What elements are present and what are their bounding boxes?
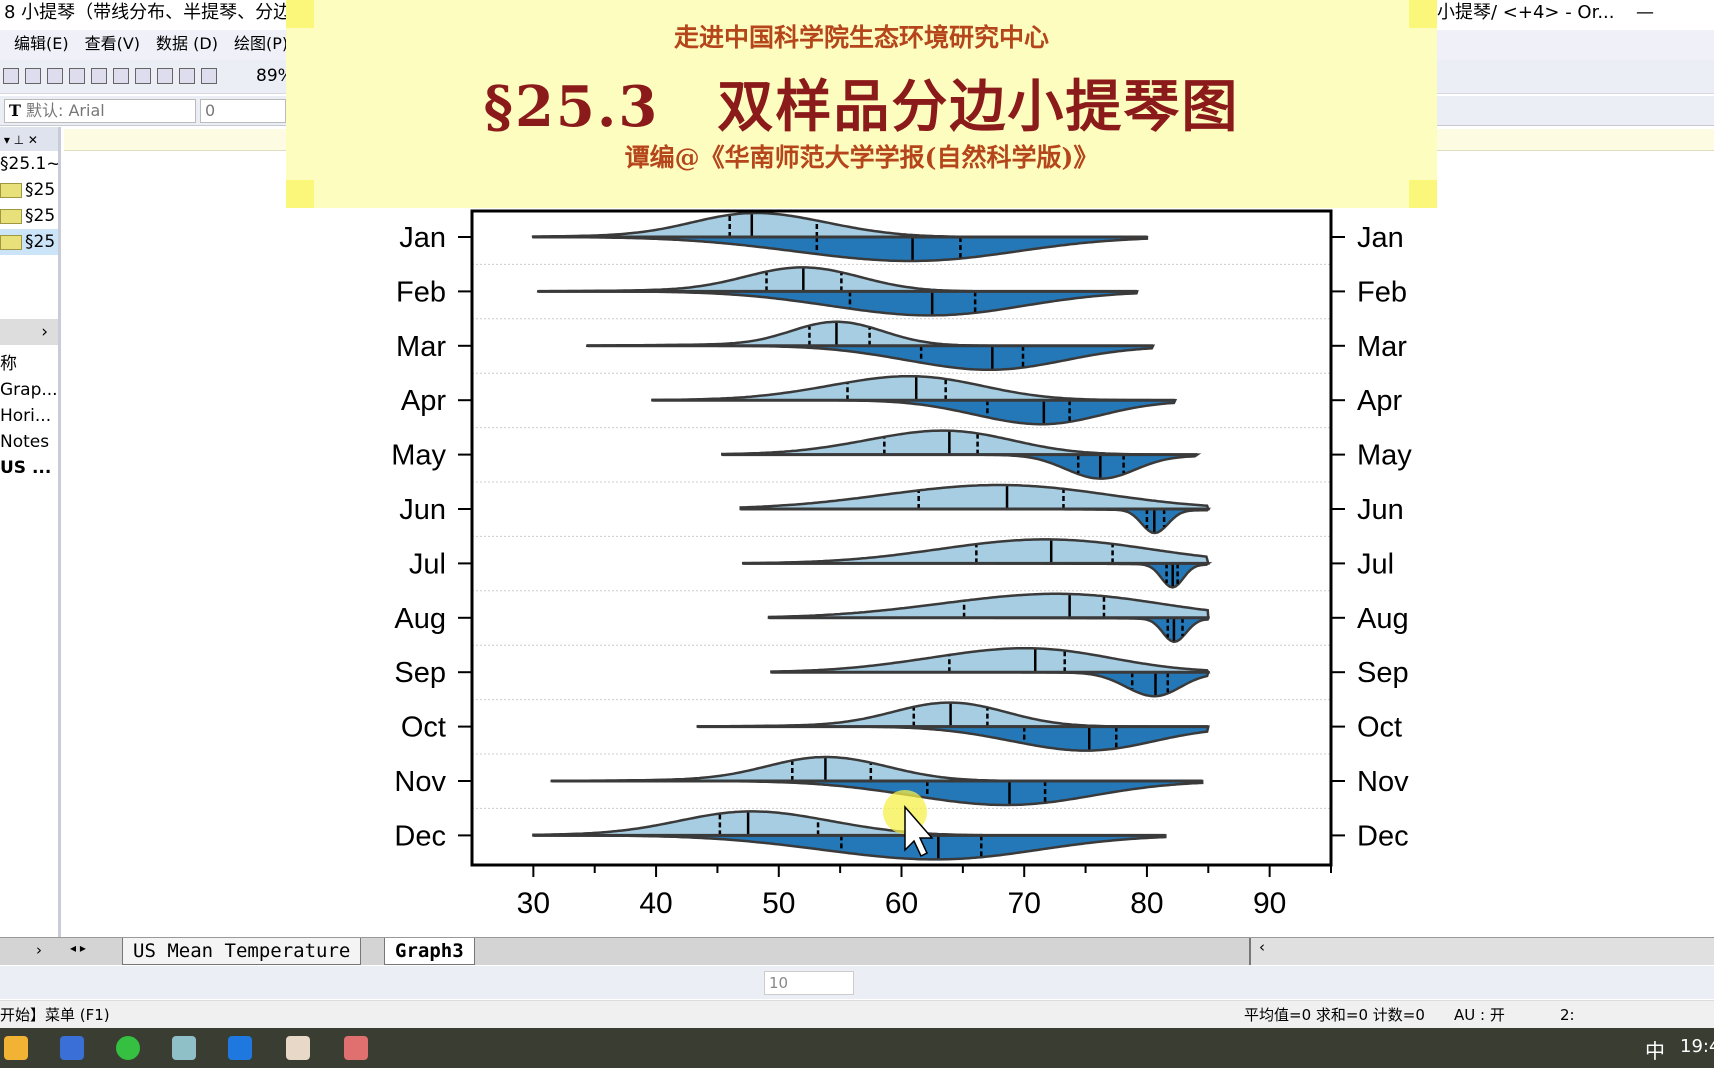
tab-prev-icon[interactable]: ◂ ▸ — [70, 941, 86, 955]
y-tick-label-right: Sep — [1357, 657, 1409, 689]
ime-indicator[interactable]: 中 — [1645, 1035, 1665, 1064]
y-tick-label-left: Apr — [401, 385, 446, 417]
y-tick-label-left: Sep — [394, 657, 446, 689]
wechat-icon[interactable] — [116, 1036, 140, 1060]
status-bar: 开始】菜单 (F1) 平均值=0 求和=0 计数=0 AU : 开 2: [US… — [0, 1000, 1714, 1052]
y-tick-label-left: Jun — [399, 494, 446, 526]
status-stats: 平均值=0 求和=0 计数=0 — [1244, 1006, 1425, 1024]
y-tick-label-left: Feb — [396, 276, 446, 308]
status-hint: 开始】菜单 (F1) — [0, 1006, 110, 1024]
scroll-right-icon[interactable]: › — [36, 941, 42, 959]
status-au: AU : 开 — [1454, 1006, 1505, 1024]
banner-line1: 走进中国科学院生态环境研究中心 — [673, 23, 1049, 52]
y-tick-label-right: Jun — [1357, 494, 1404, 526]
x-tick-label: 50 — [762, 887, 795, 920]
x-tick-label: 80 — [1130, 887, 1163, 920]
app-icon[interactable] — [286, 1036, 310, 1060]
app-icon[interactable] — [228, 1036, 252, 1060]
tab-us-mean-temperature[interactable]: US Mean Temperature — [122, 938, 362, 965]
y-tick-label-left: Mar — [396, 331, 446, 363]
y-tick-label-right: Mar — [1357, 331, 1407, 363]
sheet-tab-bar: › ◂ ▸ US Mean Temperature Graph3 ‹ — [0, 937, 1714, 965]
y-tick-label-right: Jan — [1357, 222, 1404, 254]
app-icon[interactable] — [172, 1036, 196, 1060]
horizontal-scrollbar[interactable]: ‹ — [1249, 938, 1714, 965]
y-tick-label-right: Jul — [1357, 548, 1394, 580]
y-tick-label-left: Dec — [394, 820, 446, 852]
y-tick-label-left: Nov — [394, 766, 446, 798]
y-tick-label-right: Apr — [1357, 385, 1402, 417]
y-tick-label-left: May — [391, 440, 446, 472]
y-tick-label-right: Nov — [1357, 766, 1409, 798]
banner-line3: 谭编@《华南师范大学学报(自然科学版)》 — [624, 143, 1099, 172]
y-tick-label-right: May — [1357, 440, 1412, 472]
y-tick-label-right: Dec — [1357, 820, 1409, 852]
explorer-icon[interactable] — [4, 1036, 28, 1060]
x-tick-label: 60 — [885, 887, 918, 920]
y-tick-label-right: Feb — [1357, 276, 1407, 308]
y-tick-label-right: Oct — [1357, 712, 1402, 744]
banner-title: §25.3 双样品分边小提琴图 — [483, 74, 1240, 140]
y-tick-label-left: Jul — [409, 548, 446, 580]
taskbar: 中 19:4 — [0, 1028, 1714, 1068]
y-tick-label-right: Aug — [1357, 603, 1409, 635]
title-banner: 走进中国科学院生态环境研究中心 §25.3 双样品分边小提琴图 谭编@《华南师范… — [286, 0, 1437, 208]
size-select[interactable]: 10 — [764, 971, 854, 995]
x-tick-label: 70 — [1008, 887, 1041, 920]
y-tick-label-left: Jan — [399, 222, 446, 254]
y-tick-label-left: Oct — [401, 712, 446, 744]
plot-toolbar: 10 — [0, 966, 1714, 999]
tool-icon[interactable] — [60, 1036, 84, 1060]
y-tick-label-left: Aug — [394, 603, 446, 635]
clock[interactable]: 19:4 — [1680, 1036, 1714, 1057]
x-tick-label: 90 — [1253, 887, 1286, 920]
x-tick-label: 30 — [517, 887, 550, 920]
origin-icon[interactable] — [344, 1036, 368, 1060]
x-tick-label: 40 — [639, 887, 672, 920]
tab-graph3[interactable]: Graph3 — [384, 938, 475, 965]
